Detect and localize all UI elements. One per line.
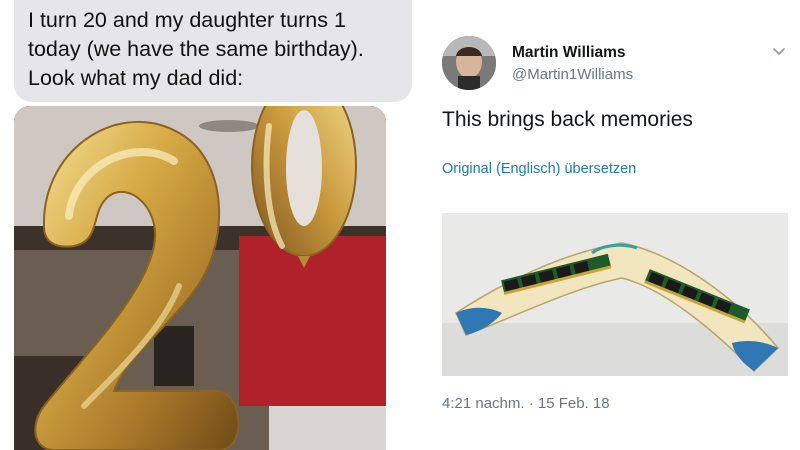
author-name[interactable]: Martin Williams <box>512 44 626 62</box>
balloon-photo <box>14 106 386 450</box>
avatar[interactable] <box>442 36 496 90</box>
tweet-text: This brings back memories <box>442 108 693 131</box>
boomerang-ram-image[interactable] <box>442 213 788 376</box>
message-bubble: I turn 20 and my daughter turns 1 today … <box>14 0 412 102</box>
translate-link[interactable]: Original (Englisch) übersetzen <box>442 161 636 177</box>
author-handle[interactable]: @Martin1Williams <box>512 66 633 83</box>
tweet-timestamp[interactable]: 4:21 nachm. · 15 Feb. 18 <box>442 395 610 412</box>
message-text: I turn 20 and my daughter turns 1 today … <box>28 8 364 90</box>
chat-screenshot: I turn 20 and my daughter turns 1 today … <box>0 0 416 450</box>
tweet-card: Martin Williams @Martin1Williams This br… <box>420 0 800 450</box>
chevron-down-icon[interactable] <box>770 42 788 60</box>
